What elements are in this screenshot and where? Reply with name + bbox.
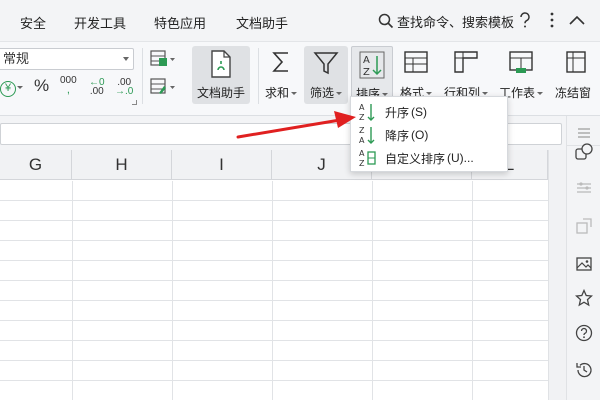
annotation-arrow (236, 111, 356, 139)
